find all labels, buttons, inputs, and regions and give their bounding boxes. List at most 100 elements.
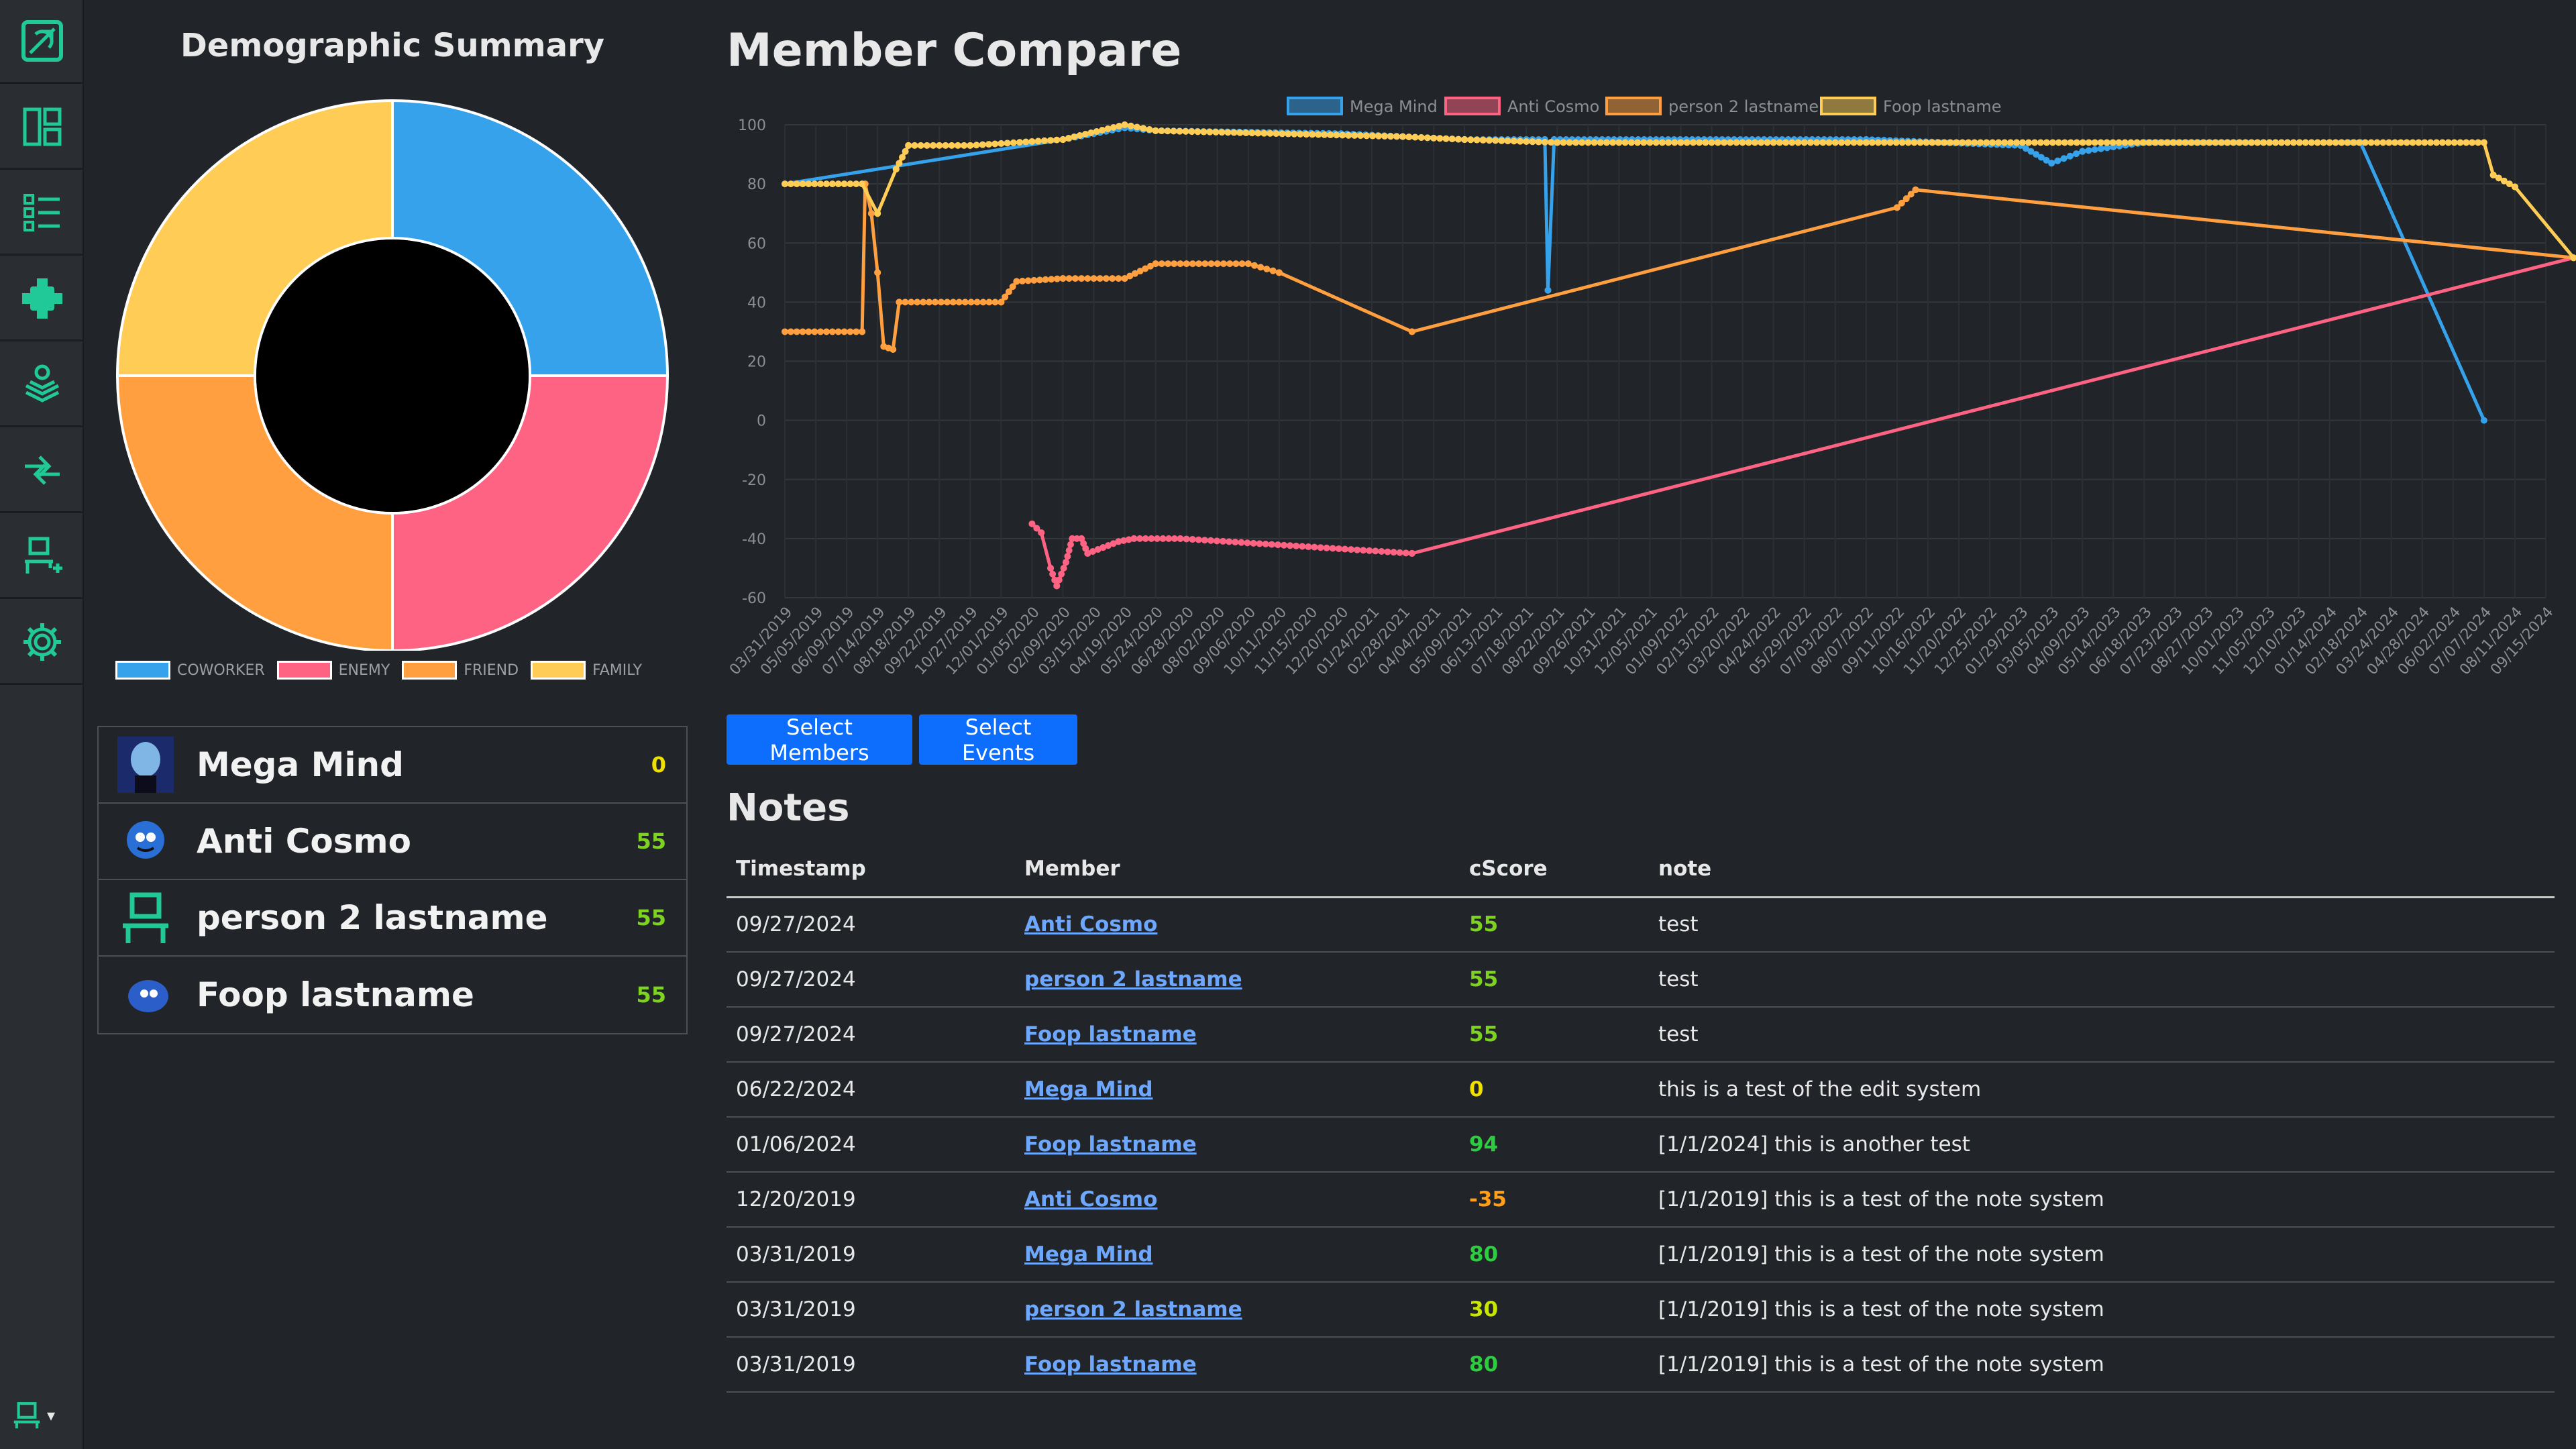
data-point[interactable] (2480, 139, 2487, 146)
data-point[interactable] (1739, 139, 1746, 146)
data-point[interactable] (1311, 543, 1318, 551)
data-point[interactable] (1146, 126, 1153, 133)
data-point[interactable] (1207, 537, 1214, 544)
data-point[interactable] (1498, 137, 1505, 144)
data-point[interactable] (1912, 186, 1919, 193)
data-point[interactable] (1256, 540, 1263, 547)
data-point[interactable] (1016, 139, 1023, 146)
data-point[interactable] (1402, 549, 1409, 557)
data-point[interactable] (2019, 139, 2027, 146)
data-point[interactable] (1293, 542, 1300, 549)
list-icon[interactable] (0, 172, 84, 256)
data-point[interactable] (1363, 132, 1371, 140)
data-point[interactable] (1492, 137, 1499, 144)
data-point[interactable] (1064, 553, 1071, 560)
data-point[interactable] (1273, 130, 1280, 138)
data-point[interactable] (1384, 548, 1391, 555)
data-point[interactable] (1321, 131, 1328, 138)
data-point[interactable] (2355, 139, 2363, 146)
data-point[interactable] (2085, 139, 2092, 146)
data-point[interactable] (2361, 139, 2369, 146)
data-point[interactable] (2397, 139, 2404, 146)
data-point[interactable] (1708, 139, 1715, 146)
data-point[interactable] (1058, 570, 1065, 578)
legend-item-enemy[interactable]: ENEMY (276, 661, 390, 680)
data-point[interactable] (1369, 132, 1377, 140)
data-point[interactable] (1055, 576, 1063, 584)
data-point[interactable] (1116, 123, 1123, 130)
data-point[interactable] (1076, 132, 1083, 140)
data-point[interactable] (1329, 545, 1336, 552)
data-point[interactable] (2073, 139, 2080, 146)
data-point[interactable] (937, 299, 945, 306)
data-point[interactable] (1874, 139, 1882, 146)
data-point[interactable] (2403, 139, 2410, 146)
data-point[interactable] (782, 328, 788, 335)
data-point[interactable] (2248, 139, 2255, 146)
data-point[interactable] (1208, 260, 1215, 268)
data-point[interactable] (2296, 139, 2303, 146)
data-point[interactable] (2048, 160, 2055, 167)
data-point[interactable] (2242, 139, 2249, 146)
member-row[interactable]: Foop lastname 55 (99, 957, 686, 1033)
data-point[interactable] (1110, 124, 1117, 131)
data-point[interactable] (828, 180, 836, 188)
data-point[interactable] (1360, 547, 1367, 554)
data-point[interactable] (1238, 260, 1246, 268)
data-point[interactable] (2037, 139, 2045, 146)
data-point[interactable] (1195, 536, 1202, 543)
data-point[interactable] (1299, 543, 1306, 550)
data-point[interactable] (1305, 543, 1312, 551)
data-point[interactable] (1090, 275, 1097, 282)
data-point[interactable] (841, 328, 848, 335)
data-point[interactable] (1473, 136, 1481, 144)
data-point[interactable] (1510, 138, 1517, 145)
data-point[interactable] (1959, 139, 1966, 146)
data-point[interactable] (1152, 127, 1159, 134)
data-point[interactable] (914, 299, 921, 306)
data-point[interactable] (811, 180, 818, 188)
data-point[interactable] (2085, 147, 2092, 154)
data-point[interactable] (2054, 157, 2061, 164)
data-point[interactable] (1335, 545, 1342, 552)
data-point[interactable] (2445, 139, 2452, 146)
data-point[interactable] (1408, 328, 1415, 335)
data-point[interactable] (2265, 139, 2273, 146)
data-point[interactable] (1238, 539, 1245, 546)
data-point[interactable] (1977, 139, 1984, 146)
data-point[interactable] (2025, 139, 2033, 146)
legend-item-coworker[interactable]: COWORKER (115, 661, 265, 680)
data-point[interactable] (822, 180, 830, 188)
data-point[interactable] (1665, 139, 1672, 146)
data-point[interactable] (920, 299, 927, 306)
data-point[interactable] (1242, 129, 1250, 137)
data-point[interactable] (1291, 130, 1298, 138)
data-point[interactable] (2073, 150, 2080, 158)
data-point[interactable] (1504, 138, 1511, 145)
data-point[interactable] (1683, 139, 1690, 146)
data-point[interactable] (1714, 139, 1721, 146)
data-point[interactable] (2415, 139, 2422, 146)
data-point[interactable] (979, 299, 987, 306)
data-point[interactable] (1671, 139, 1678, 146)
data-point[interactable] (908, 299, 915, 306)
data-point[interactable] (2259, 139, 2267, 146)
data-point[interactable] (2277, 139, 2285, 146)
data-point[interactable] (1201, 537, 1208, 544)
data-point[interactable] (1917, 139, 1924, 146)
data-point[interactable] (2133, 139, 2141, 146)
data-point[interactable] (841, 180, 848, 188)
data-point[interactable] (899, 154, 906, 161)
data-point[interactable] (1164, 127, 1171, 135)
data-point[interactable] (1275, 269, 1283, 276)
data-point[interactable] (1517, 138, 1524, 145)
data-point[interactable] (1831, 139, 1839, 146)
data-point[interactable] (853, 180, 860, 188)
data-point[interactable] (1393, 133, 1401, 140)
data-point[interactable] (1983, 139, 1990, 146)
data-point[interactable] (1019, 277, 1026, 284)
data-point[interactable] (1049, 570, 1057, 578)
data-point[interactable] (1102, 275, 1110, 282)
data-point[interactable] (2060, 155, 2068, 162)
data-point[interactable] (1351, 131, 1358, 139)
